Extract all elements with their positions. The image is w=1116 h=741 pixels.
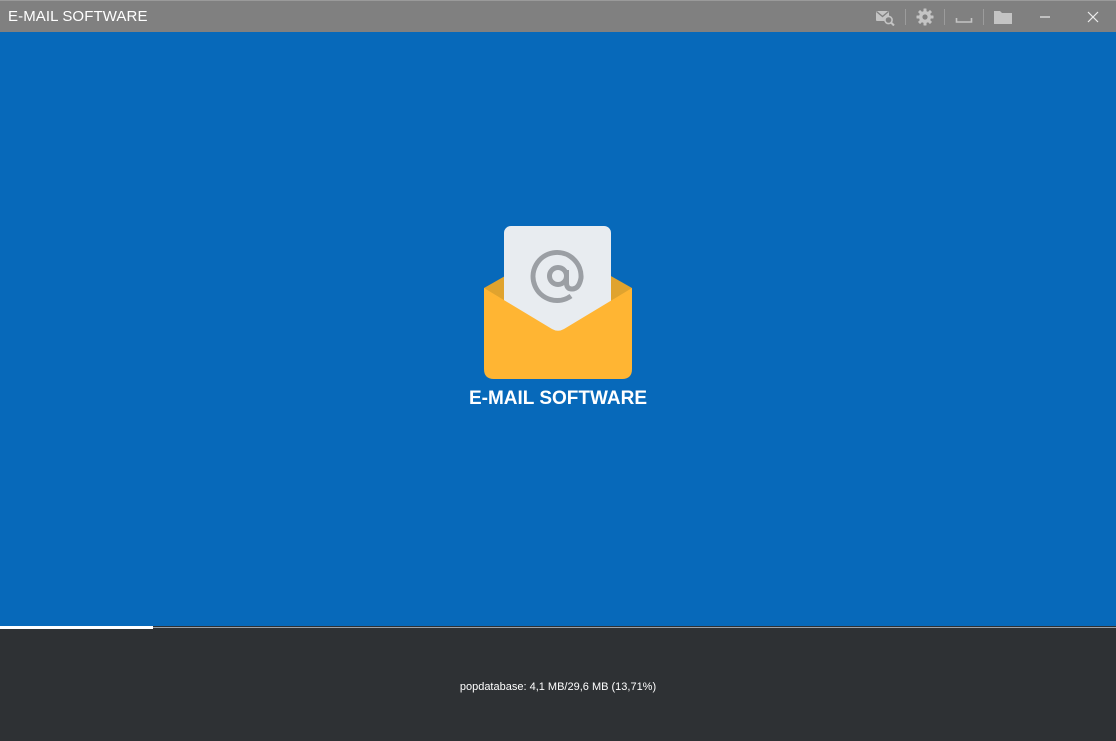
folder-icon[interactable] [991,5,1015,29]
progress-track-line [0,627,1116,628]
gear-icon[interactable] [913,5,937,29]
search-mail-icon[interactable] [873,5,897,29]
app-window: E-MAIL SOFTWARE E-MAIL SOFTWARE popdatab… [0,0,1116,741]
minimize-icon[interactable] [1033,5,1057,29]
progress-fill [0,626,153,629]
close-icon[interactable] [1081,5,1105,29]
app-name-label: E-MAIL SOFTWARE [468,388,648,409]
window-title: E-MAIL SOFTWARE [8,8,148,25]
download-status-text: popdatabase: 4,1 MB/29,6 MB (13,71%) [459,681,657,693]
toolbar-separator [905,9,906,25]
toolbar-separator [983,9,984,25]
splash-screen: E-MAIL SOFTWARE [0,32,1116,626]
email-envelope-icon [483,226,633,382]
toolbar-separator [944,9,945,25]
title-bar[interactable]: E-MAIL SOFTWARE [0,0,1116,32]
progress-bar [0,626,1116,630]
underscore-icon[interactable] [952,5,976,29]
